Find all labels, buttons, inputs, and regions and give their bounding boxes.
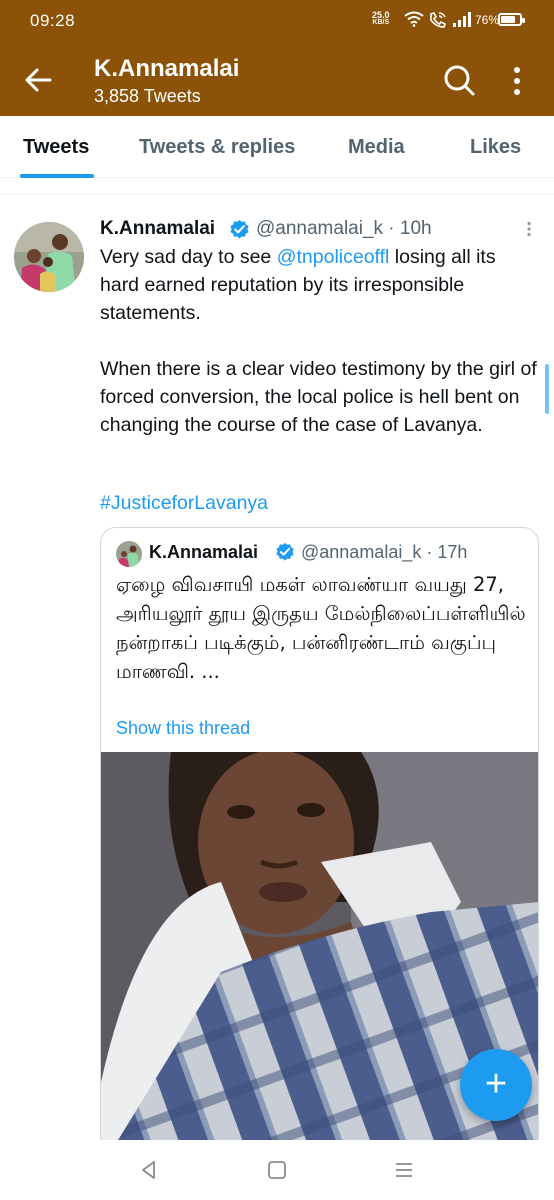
tab-tweets-replies[interactable]: Tweets & replies	[139, 136, 295, 159]
tab-tweets[interactable]: Tweets	[23, 136, 89, 159]
avatar[interactable]	[14, 222, 84, 292]
network-speed-value: 25.0	[372, 10, 390, 20]
battery-percent: 76%	[475, 13, 500, 27]
battery-icon	[498, 13, 525, 26]
nav-back-icon[interactable]	[137, 1158, 161, 1182]
verified-badge-icon	[276, 542, 294, 561]
network-speed-unit: KB/S	[372, 19, 390, 26]
quoted-text: ஏழை விவசாயி மகள் லாவண்யா வயது 27, அரியலூ…	[116, 573, 526, 683]
show-thread-link[interactable]: Show this thread	[116, 718, 250, 739]
tweet-text-paragraph: When there is a clear video testimony by…	[100, 358, 537, 436]
tweet-count: 3,858 Tweets	[94, 86, 201, 106]
profile-header: 09:28 25.0 KB/S 76% K.Annamalai 3,858 Tw…	[0, 0, 554, 116]
profile-name: K.Annamalai	[94, 55, 240, 82]
tab-likes[interactable]: Likes	[470, 136, 521, 159]
scrollbar[interactable]	[545, 364, 549, 414]
mention-link[interactable]: @tnpoliceoffl	[277, 246, 390, 268]
back-arrow-icon[interactable]	[22, 64, 54, 96]
tweet-handle-time: @annamalai_k · 10h	[256, 218, 432, 239]
active-tab-indicator	[20, 174, 94, 178]
tab-media[interactable]: Media	[348, 136, 405, 159]
system-nav-bar	[0, 1140, 554, 1200]
quoted-author-name: K.Annamalai	[149, 542, 259, 562]
status-time: 09:28	[30, 11, 76, 30]
search-icon[interactable]	[442, 63, 476, 97]
profile-tabs: Tweets Tweets & replies Media Likes	[0, 116, 554, 178]
status-bar: 09:28 25.0 KB/S 76%	[0, 0, 554, 40]
wifi-icon	[404, 11, 424, 27]
quoted-avatar	[116, 541, 142, 567]
plus-icon: +	[484, 1063, 508, 1105]
tweet-more-icon[interactable]	[521, 221, 537, 237]
tweet-text-part: Very sad day to see	[100, 246, 277, 268]
quoted-handle-time: @annamalai_k · 17h	[301, 542, 468, 562]
more-options-icon[interactable]	[506, 64, 528, 98]
battery-fill	[501, 16, 515, 23]
tweet-text: Very sad day to see @tnpoliceoffl losing…	[100, 243, 540, 439]
hashtag-link[interactable]: #JusticeforLavanya	[100, 492, 268, 515]
compose-tweet-button[interactable]: +	[460, 1049, 532, 1121]
nav-home-icon[interactable]	[265, 1158, 289, 1182]
wifi-calling-icon	[430, 12, 446, 28]
signal-icon	[453, 12, 471, 27]
divider	[0, 194, 554, 195]
network-speed: 25.0 KB/S	[372, 11, 390, 27]
tweet-author-name[interactable]: K.Annamalai	[100, 218, 215, 240]
nav-recents-icon[interactable]	[392, 1158, 416, 1182]
verified-badge-icon	[230, 219, 249, 239]
